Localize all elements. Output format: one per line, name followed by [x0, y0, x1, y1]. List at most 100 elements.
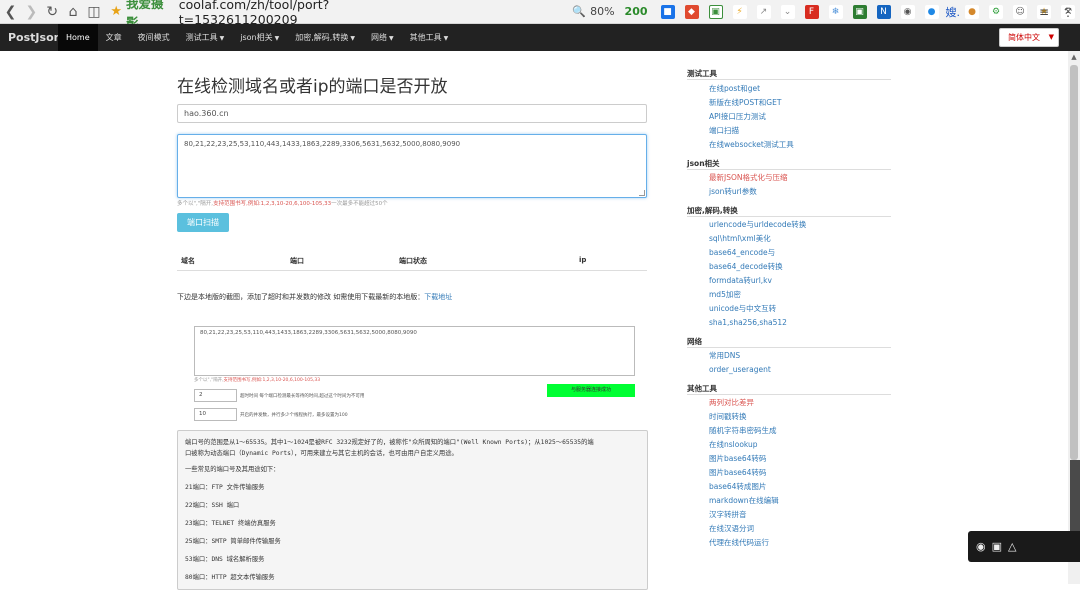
- sidebar-link[interactable]: 在线nslookup: [709, 438, 891, 452]
- nav-item-label: 夜间模式: [137, 33, 170, 42]
- caret-down-icon: ▼: [219, 35, 225, 42]
- share-icon[interactable]: ↗: [756, 4, 771, 19]
- download-link[interactable]: 下载地址: [424, 293, 452, 301]
- reading-icon[interactable]: ▣: [708, 4, 723, 19]
- hint-red-text: 支持范围书写,: [213, 201, 248, 207]
- sidebar-link[interactable]: 图片base64转码: [709, 452, 891, 466]
- ip-icon[interactable]: ◉: [900, 4, 915, 19]
- sidebar-link[interactable]: API接口压力测试: [709, 110, 891, 124]
- shield-icon[interactable]: ◆: [684, 4, 699, 19]
- more-icon[interactable]: ⋮: [1058, 0, 1078, 24]
- gear-green-icon[interactable]: ⚙: [989, 4, 1004, 19]
- cookie-icon[interactable]: ●: [965, 4, 980, 19]
- flash-extension-icon[interactable]: F: [804, 4, 819, 19]
- caret-down-icon: ▼: [350, 35, 355, 42]
- site-navbar: PostJson Home 文章 夜间模式 测试工具 ▼ json相关 ▼ 加密,解…: [0, 24, 1080, 51]
- hint-text: 多个以","隔开,: [177, 201, 214, 207]
- extension-icon[interactable]: ■: [660, 4, 675, 19]
- new-extension-icon[interactable]: N: [876, 4, 891, 19]
- scroll-up-arrow-icon[interactable]: ▲: [1068, 51, 1080, 63]
- nav-item-network[interactable]: 网络 ▼: [363, 24, 402, 51]
- back-icon[interactable]: ❮: [0, 0, 21, 24]
- shirt-icon[interactable]: △: [1008, 540, 1016, 553]
- url-text[interactable]: coolaf.com/zh/tool/port?t=1532611200209: [179, 0, 431, 27]
- sidebar-heading: json相关: [687, 158, 891, 170]
- sidebar-link[interactable]: markdown在线编辑: [709, 494, 891, 508]
- droplet-icon[interactable]: ●: [924, 4, 939, 19]
- forward-icon[interactable]: ❯: [21, 0, 42, 24]
- sidebar-link[interactable]: unicode与中文互转: [709, 302, 891, 316]
- sidebar-link[interactable]: md5加密: [709, 288, 891, 302]
- sidebar-link[interactable]: 代理在线代码运行: [709, 536, 891, 550]
- sidebar-link[interactable]: 新版在线POST和GET: [709, 96, 891, 110]
- sidebar-link[interactable]: base64_encode与: [709, 246, 891, 260]
- scrollbar-thumb[interactable]: [1070, 65, 1078, 460]
- reload-icon[interactable]: ↻: [42, 0, 63, 24]
- sidebar-link[interactable]: 两列对比差异: [709, 396, 891, 410]
- preview-hint: 多个以","隔开,支持范围书写,例如:1,2,3,10-20,6,100-105…: [194, 377, 320, 383]
- sidebar-link[interactable]: sha1,sha256,sha512: [709, 316, 891, 330]
- browser-toolbar: ❮ ❯ ↻ ⌂ ◫ ★ 我爱摄影 coolaf.com/zh/tool/port…: [0, 0, 1080, 30]
- info-common-title: 一些常见的端口号及其用途如下：: [185, 466, 280, 473]
- sidebar-link[interactable]: 端口扫描: [709, 124, 891, 138]
- domain-input[interactable]: hao.360.cn: [177, 104, 647, 123]
- sidebar-link[interactable]: 在线websocket测试工具: [709, 138, 891, 152]
- sidebar-link[interactable]: sql\html\xml美化: [709, 232, 891, 246]
- extension-icons: ■ ◆ ▣ ⚡ ↗ ⌄ F ❄ ▣ N ◉ ● 嫂. ● ⚙ ☺ ★ ⚒: [656, 4, 1080, 20]
- floating-media-widget[interactable]: ◉ ▣ △: [968, 531, 1080, 562]
- sidebar-link[interactable]: 常用DNS: [709, 349, 891, 363]
- sidebar-link[interactable]: urlencode与urldecode转换: [709, 218, 891, 232]
- magnifier-icon: 🔍: [572, 5, 587, 18]
- sidebar-link[interactable]: formdata转url,kv: [709, 274, 891, 288]
- image-icon[interactable]: ▣: [992, 540, 1002, 553]
- sidebar-link[interactable]: 汉字转拼音: [709, 508, 891, 522]
- language-select[interactable]: 简体中文 ▼: [999, 28, 1059, 47]
- sidebar-link[interactable]: 随机字符串密码生成: [709, 424, 891, 438]
- nav-item-label: json相关: [240, 33, 273, 42]
- nav-item-label: 其他工具: [409, 33, 442, 42]
- sidebar-link[interactable]: base64转成图片: [709, 480, 891, 494]
- sidebar-link[interactable]: 在线post和get: [709, 82, 891, 96]
- dropdown-arrow-icon[interactable]: ⌄: [780, 4, 795, 19]
- extension-badge-count[interactable]: 200: [625, 5, 648, 18]
- nav-item-encoding[interactable]: 加密,解码,转换 ▼: [287, 24, 363, 51]
- brand-logo[interactable]: PostJson: [8, 24, 61, 51]
- nav-item-json[interactable]: json相关 ▼: [232, 24, 287, 51]
- sidebar-link[interactable]: json转url参数: [709, 185, 891, 199]
- menu-icon[interactable]: ≡: [1034, 0, 1054, 24]
- bookmark-star-icon[interactable]: ★: [110, 4, 122, 19]
- record-icon[interactable]: ◉: [976, 540, 986, 553]
- sidebar-link[interactable]: 时间戳转换: [709, 410, 891, 424]
- sidebar-link[interactable]: 在线汉语分词: [709, 522, 891, 536]
- extension-text[interactable]: 嫂.: [946, 4, 961, 20]
- sidebar-link[interactable]: base64_decode转换: [709, 260, 891, 274]
- ports-textarea[interactable]: 80,21,22,23,25,53,110,443,1433,1863,2289…: [177, 134, 647, 198]
- nav-item-test-tools[interactable]: 测试工具 ▼: [178, 24, 233, 51]
- sidebar-link[interactable]: order_useragent: [709, 363, 891, 377]
- snowflake-icon[interactable]: ❄: [828, 4, 843, 19]
- nav-item-label: Home: [66, 33, 90, 42]
- nav-item-label: 网络: [370, 33, 387, 42]
- sidebar-heading: 加密,解码,转换: [687, 205, 891, 217]
- resize-handle[interactable]: [639, 190, 645, 196]
- nav-item-night-mode[interactable]: 夜间模式: [130, 24, 178, 51]
- smiley-icon[interactable]: ☺: [1013, 4, 1028, 19]
- nav-item-label: 文章: [105, 33, 122, 42]
- result-table-header: 域名 端口 端口状态 ip: [177, 253, 647, 271]
- info-port-line: 53端口：DNS 域名解析服务: [185, 556, 265, 563]
- address-bar[interactable]: ★ 我爱摄影 coolaf.com/zh/tool/port?t=1532611…: [110, 0, 430, 30]
- home-icon[interactable]: ⌂: [63, 0, 84, 24]
- reader-icon[interactable]: ◫: [84, 0, 105, 24]
- translate-icon[interactable]: ▣: [852, 4, 867, 19]
- sidebar-link[interactable]: 最新JSON格式化与压缩: [709, 171, 891, 185]
- nav-item-articles[interactable]: 文章: [98, 24, 130, 51]
- preview-connected-button: 与服务器连接成功: [547, 384, 635, 397]
- sidebar-link[interactable]: 图片base64转码: [709, 466, 891, 480]
- lightning-icon[interactable]: ⚡: [732, 4, 747, 19]
- nav-item-other-tools[interactable]: 其他工具 ▼: [402, 24, 457, 51]
- nav-item-home[interactable]: Home: [58, 24, 98, 51]
- hint-suffix: 一次最多不能超过50个: [331, 201, 388, 207]
- port-scan-button[interactable]: 端口扫描: [177, 213, 229, 232]
- zoom-indicator[interactable]: 🔍 80%: [572, 5, 614, 18]
- zoom-level: 80%: [590, 5, 615, 18]
